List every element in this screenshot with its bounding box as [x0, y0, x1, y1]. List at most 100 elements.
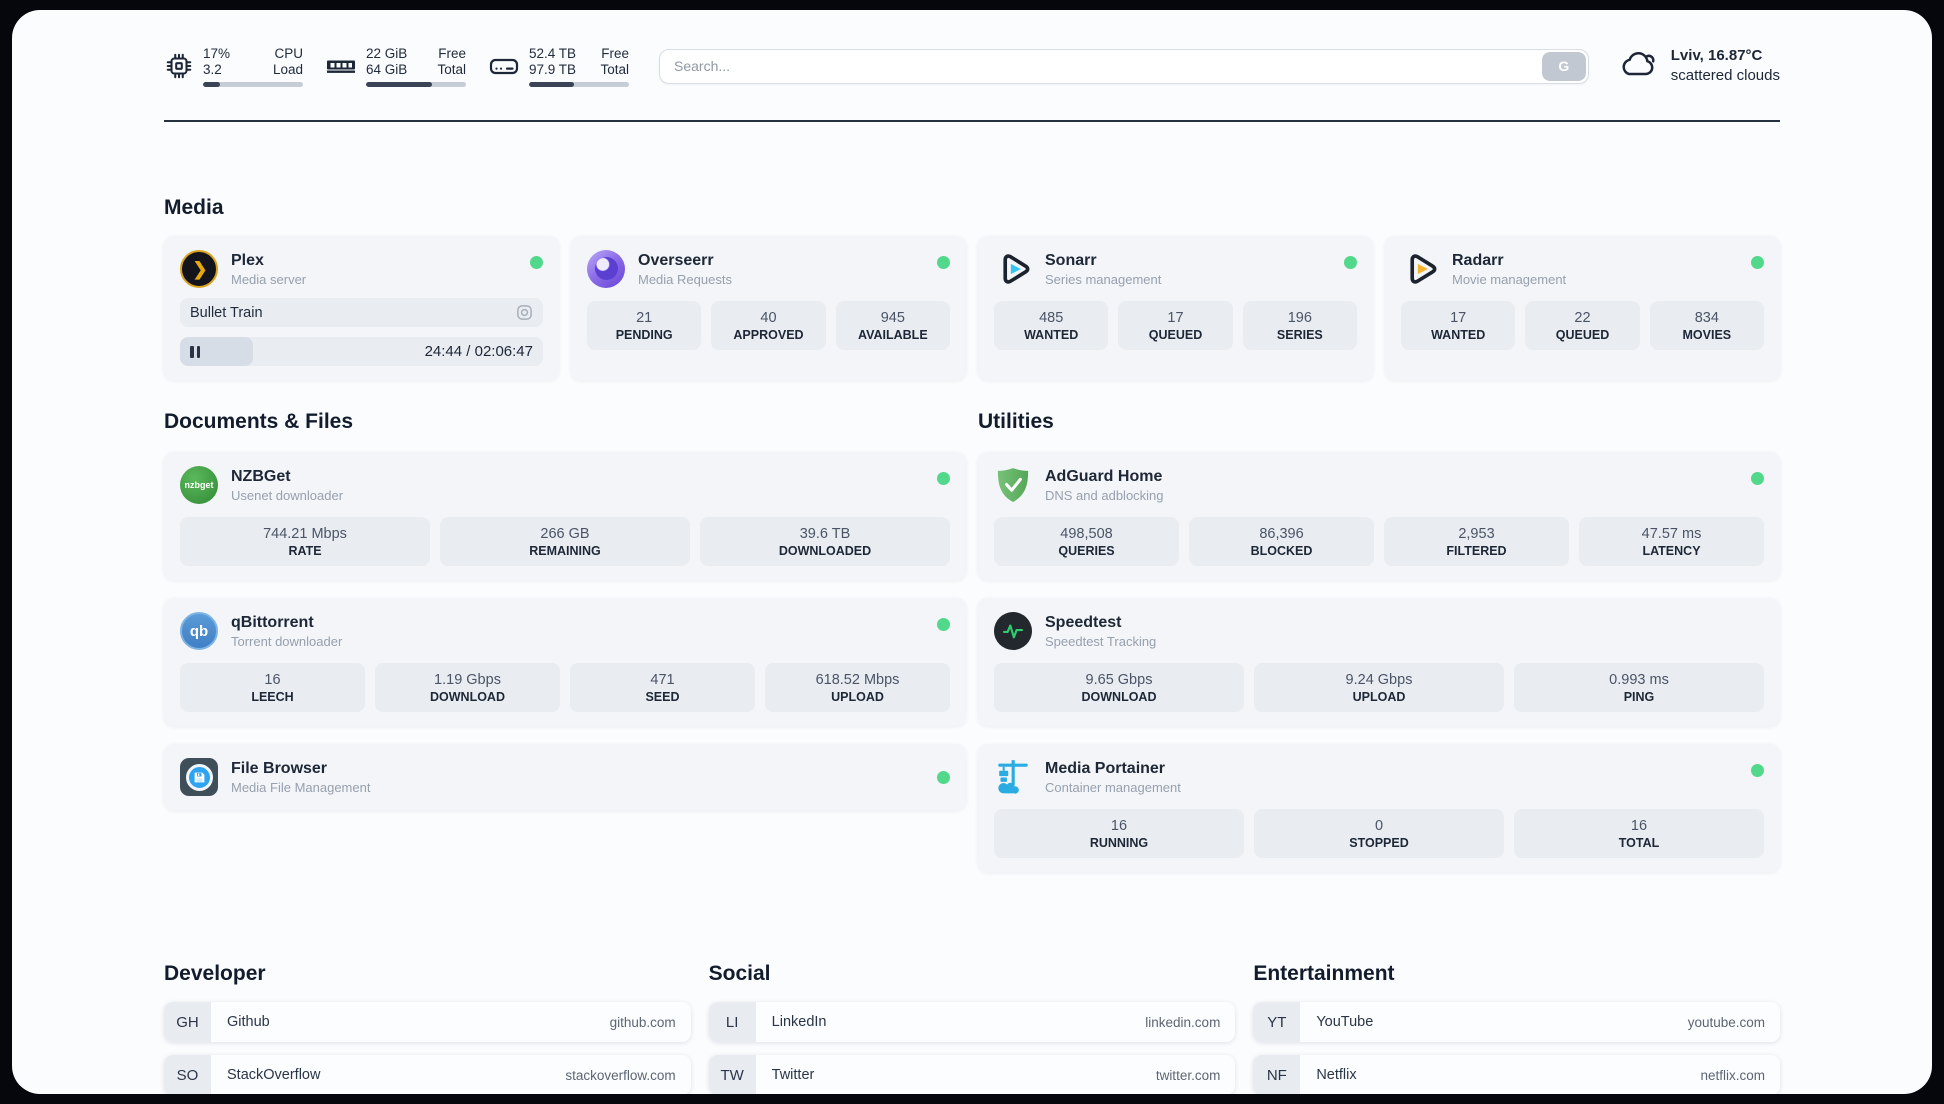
stat-total: 16 TOTAL	[1514, 809, 1764, 858]
app-description: Torrent downloader	[231, 634, 343, 649]
stat-movies: 834 MOVIES	[1649, 301, 1764, 350]
sonarr-icon	[994, 250, 1032, 288]
bookmark-url: netflix.com	[1700, 1067, 1765, 1083]
search-engine-button[interactable]: G	[1541, 51, 1586, 81]
developer-bookmarks: Developer GH Github github.com SO StackO…	[164, 962, 691, 1094]
documents-column: Documents & Files nzbget NZBGet Usenet d…	[164, 410, 966, 890]
total-label: Total	[437, 61, 466, 77]
filebrowser-icon	[180, 758, 218, 796]
app-card-sonarr[interactable]: Sonarr Series management 485 WANTED 17 Q…	[978, 236, 1373, 380]
app-description: Usenet downloader	[231, 488, 344, 503]
bookmark-abbr: LI	[708, 1002, 756, 1042]
app-description: Container management	[1045, 780, 1181, 795]
dashboard-panel: 17% 3.2 CPU Load 22 GiB 64 GiB Free Tota…	[12, 10, 1932, 1094]
app-description: Media server	[231, 272, 307, 287]
speedtest-icon	[994, 612, 1032, 650]
stat-queued: 17 QUEUED	[1118, 301, 1233, 350]
stat-remaining: 266 GB REMAINING	[440, 517, 690, 566]
overseerr-icon	[587, 250, 625, 288]
disk-progress-bar	[529, 81, 629, 87]
app-card-qbittorrent[interactable]: qb qBittorrent Torrent downloader 16 LEE…	[164, 598, 966, 726]
memory-icon	[325, 50, 357, 82]
app-description: Media File Management	[231, 780, 371, 795]
app-card-adguard[interactable]: AdGuard Home DNS and adblocking 498,508 …	[978, 452, 1780, 580]
status-dot	[1751, 472, 1764, 485]
app-name: qBittorrent	[231, 614, 314, 631]
section-title-media: Media	[164, 196, 224, 219]
app-card-plex[interactable]: ❯ Plex Media server Bullet Train 24:44 /…	[164, 236, 559, 380]
cpu-load-value: 3.2	[203, 61, 222, 77]
status-dot	[937, 618, 950, 631]
social-bookmarks: Social LI LinkedIn linkedin.com TW Twitt…	[708, 962, 1236, 1094]
playback-progress-row[interactable]: 24:44 / 02:06:47	[180, 337, 543, 366]
status-dot	[1344, 256, 1357, 269]
stat-available: 945 AVAILABLE	[835, 301, 950, 350]
app-card-radarr[interactable]: Radarr Movie management 17 WANTED 22 QUE…	[1385, 236, 1780, 380]
bookmark-stackoverflow[interactable]: SO StackOverflow stackoverflow.com	[164, 1055, 691, 1094]
bookmark-url: youtube.com	[1687, 1014, 1765, 1030]
stat-downloaded: 39.6 TB DOWNLOADED	[700, 517, 950, 566]
free-label: Free	[438, 45, 466, 61]
disk-widget: 52.4 TB 97.9 TB Free Total	[488, 46, 629, 87]
section-title-entertainment: Entertainment	[1253, 962, 1395, 985]
app-name: Overseerr	[638, 252, 714, 269]
bookmark-url: twitter.com	[1155, 1067, 1221, 1083]
now-playing-title: Bullet Train	[190, 304, 263, 321]
app-card-filebrowser[interactable]: File Browser Media File Management	[164, 744, 966, 810]
status-dot	[1751, 256, 1764, 269]
cpu-progress-bar	[203, 81, 303, 87]
app-description: Speedtest Tracking	[1045, 634, 1157, 649]
app-name: NZBGet	[231, 468, 291, 485]
app-name: Media Portainer	[1045, 760, 1166, 777]
header-divider	[164, 120, 1780, 122]
bookmark-url: linkedin.com	[1145, 1014, 1221, 1030]
app-card-portainer[interactable]: Media Portainer Container management 16 …	[978, 744, 1780, 872]
stat-upload: 9.24 Gbps UPLOAD	[1254, 663, 1504, 712]
stat-wanted: 17 WANTED	[1401, 301, 1516, 350]
bookmark-youtube[interactable]: YT YouTube youtube.com	[1253, 1002, 1780, 1042]
stat-upload: 618.52 Mbps UPLOAD	[765, 663, 950, 712]
app-description: DNS and adblocking	[1045, 488, 1164, 503]
stat-pending: 21 PENDING	[587, 301, 702, 350]
utilities-column: Utilities AdGuard Home DNS and adblockin…	[978, 410, 1780, 890]
qbittorrent-icon: qb	[180, 612, 218, 650]
weather-widget: Lviv, 16.87°C scattered clouds	[1619, 46, 1780, 86]
memory-total-value: 64 GiB	[366, 61, 408, 77]
stat-rate: 744.21 Mbps RATE	[180, 517, 430, 566]
app-name: AdGuard Home	[1045, 468, 1163, 485]
bookmark-netflix[interactable]: NF Netflix netflix.com	[1253, 1055, 1780, 1094]
stat-running: 16 RUNNING	[994, 809, 1244, 858]
stat-latency: 47.57 ms LATENCY	[1579, 517, 1764, 566]
app-card-overseerr[interactable]: Overseerr Media Requests 21 PENDING 40 A…	[571, 236, 966, 380]
bookmark-name: Github	[227, 1014, 270, 1030]
playback-time: 24:44 / 02:06:47	[424, 343, 533, 360]
bookmark-url: github.com	[609, 1014, 676, 1030]
section-title-social: Social	[708, 962, 771, 985]
load-label: Load	[272, 61, 303, 77]
cpu-widget: 17% 3.2 CPU Load	[164, 46, 303, 87]
media-type-icon	[516, 304, 533, 321]
disk-total-value: 97.9 TB	[529, 61, 577, 77]
pause-icon	[190, 345, 200, 358]
stat-stopped: 0 STOPPED	[1254, 809, 1504, 858]
bookmark-name: StackOverflow	[227, 1067, 321, 1083]
app-card-nzbget[interactable]: nzbget NZBGet Usenet downloader 744.21 M…	[164, 452, 966, 580]
bookmark-abbr: SO	[164, 1055, 211, 1094]
status-dot	[937, 472, 950, 485]
bookmark-github[interactable]: GH Github github.com	[164, 1002, 691, 1042]
bookmark-twitter[interactable]: TW Twitter twitter.com	[708, 1055, 1236, 1094]
disk-free-value: 52.4 TB	[529, 45, 577, 61]
app-description: Series management	[1045, 272, 1162, 287]
search-input[interactable]	[659, 48, 1589, 84]
stat-ping: 0.993 ms PING	[1514, 663, 1764, 712]
bookmark-linkedin[interactable]: LI LinkedIn linkedin.com	[708, 1002, 1236, 1042]
app-card-speedtest[interactable]: Speedtest Speedtest Tracking 9.65 Gbps D…	[978, 598, 1780, 726]
app-name: Plex	[231, 252, 264, 269]
section-title-utilities: Utilities	[978, 410, 1054, 433]
plex-icon: ❯	[180, 250, 218, 288]
app-name: File Browser	[231, 760, 328, 777]
bookmark-abbr: YT	[1253, 1002, 1301, 1042]
stat-download: 1.19 Gbps DOWNLOAD	[375, 663, 560, 712]
app-description: Media Requests	[638, 272, 732, 287]
nzbget-icon: nzbget	[180, 466, 218, 504]
